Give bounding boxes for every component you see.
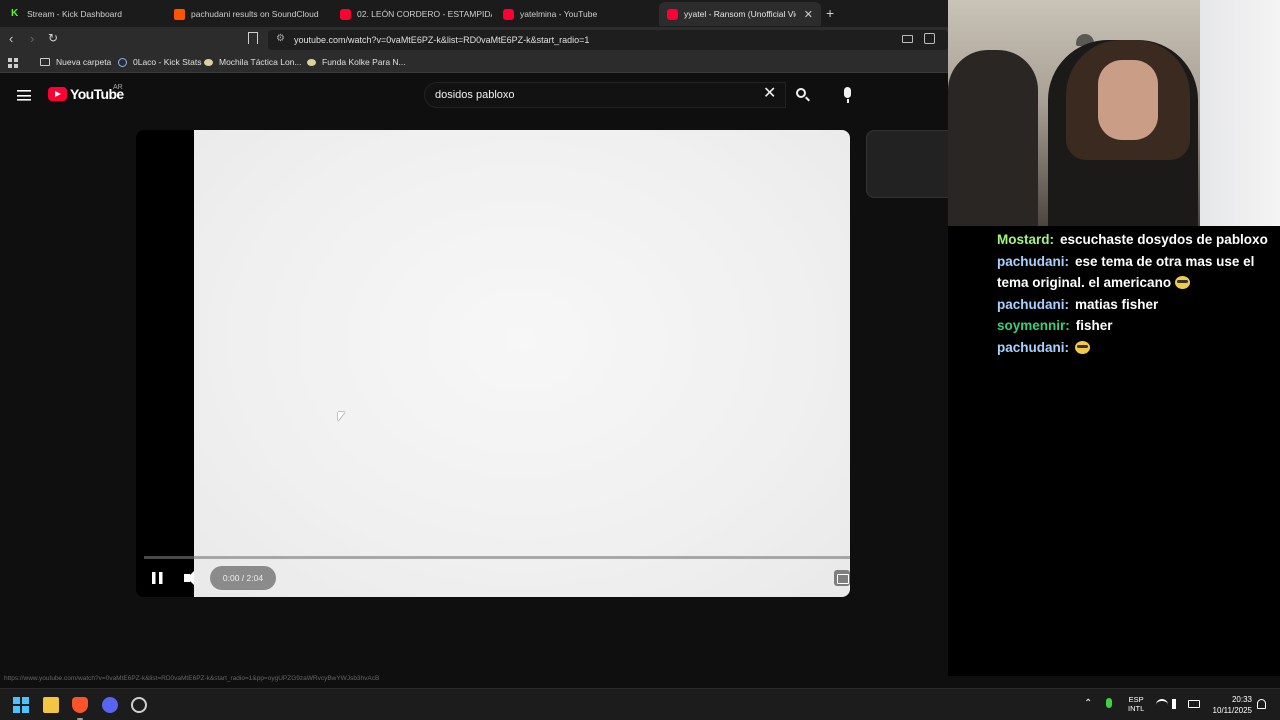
tab-label: pachudani results on SoundCloud	[191, 9, 319, 19]
soundcloud-icon	[174, 8, 185, 20]
chat-username: pachudani:	[997, 339, 1070, 355]
battery-icon[interactable]	[1188, 700, 1200, 708]
tab-yatelmina[interactable]: yatelmina - YouTube	[495, 2, 655, 26]
bookmark-label: Funda Kolke Para N...	[322, 57, 406, 67]
status-url-text: https://www.youtube.com/watch?v=0vaMtE6P…	[4, 675, 380, 682]
keyboard-layout: INTL	[1128, 704, 1145, 713]
windows-start-icon[interactable]	[13, 697, 29, 713]
chat-message: pachudani:	[997, 337, 1280, 359]
time-text: 0:00 / 2:04	[222, 573, 264, 583]
kick-icon	[10, 8, 21, 20]
shop-icon	[307, 58, 316, 66]
search-input[interactable]: dosidos pabloxo	[424, 82, 786, 108]
tab-label: Stream - Kick Dashboard	[27, 9, 122, 19]
bookmark-funda[interactable]: Funda Kolke Para N...	[307, 57, 406, 67]
bookmark-kick-stats[interactable]: 0Laco - Kick Stats	[118, 57, 202, 67]
reload-icon[interactable]: ↻	[48, 31, 58, 45]
microphone-in-use-icon[interactable]	[1106, 698, 1112, 708]
share-icon[interactable]	[924, 33, 935, 44]
video-frame[interactable]	[194, 130, 850, 597]
tab-bar: Stream - Kick Dashboard pachudani result…	[0, 0, 948, 27]
shop-icon	[204, 58, 213, 66]
navigation-bar: ‹ › ↻ ⚙ youtube.com/watch?v=0vaMtE6PZ-k&…	[0, 27, 948, 53]
taskbar: ⌃ ESP INTL 20:33 10/11/2025	[0, 688, 1280, 720]
bookmark-nueva-carpeta[interactable]: Nueva carpeta	[40, 57, 111, 67]
tab-leon-cordero[interactable]: 02. LEÓN CORDERO - ESTAMPIDA (L	[332, 2, 492, 26]
related-video-thumbnail[interactable]	[866, 130, 956, 198]
emote-icon	[1174, 276, 1190, 289]
bookmarks-bar: Nueva carpeta 0Laco - Kick Stats Mochila…	[0, 53, 948, 73]
bookmark-mochila[interactable]: Mochila Táctica Lon...	[204, 57, 302, 67]
search-value: dosidos pabloxo	[435, 89, 515, 101]
link-status-bar: https://www.youtube.com/watch?v=0vaMtE6P…	[0, 675, 948, 687]
url-text: youtube.com/watch?v=0vaMtE6PZ-k&list=RD0…	[294, 35, 590, 45]
youtube-icon	[503, 8, 514, 20]
close-tab-icon[interactable]: ✕	[804, 8, 813, 21]
chat-username: pachudani:	[997, 296, 1070, 312]
youtube-page: YouTube AR dosidos pabloxo ✕ 0:00 / 2:04	[0, 74, 956, 674]
address-bar[interactable]: ⚙ youtube.com/watch?v=0vaMtE6PZ-k&list=R…	[268, 30, 948, 50]
stream-chat: Mostard: escuchaste dosydos de pabloxo pa…	[948, 226, 1280, 676]
bookmark-icon[interactable]	[248, 32, 258, 44]
bookmark-label: Mochila Táctica Lon...	[219, 57, 302, 67]
mouse-cursor-icon	[338, 412, 345, 421]
chat-username: soymennir:	[997, 318, 1070, 333]
youtube-play-icon	[48, 87, 67, 101]
chat-text: matias fisher	[1075, 296, 1159, 312]
search-button[interactable]	[786, 82, 818, 108]
chat-message: Mostard: escuchaste dosydos de pabloxo	[997, 229, 1280, 251]
chat-username: pachudani:	[997, 253, 1070, 269]
microphone-icon	[844, 87, 851, 98]
bookmark-label: Nueva carpeta	[56, 57, 112, 67]
tab-label: yatelmina - YouTube	[520, 9, 598, 19]
clear-search-icon[interactable]: ✕	[763, 86, 776, 102]
back-icon[interactable]: ‹	[9, 31, 13, 46]
emote-icon	[1075, 340, 1091, 354]
wifi-icon[interactable]	[1156, 699, 1168, 708]
cast-icon[interactable]	[902, 35, 913, 43]
obs-icon[interactable]	[131, 697, 147, 713]
input-language[interactable]: ESP INTL	[1128, 695, 1144, 713]
new-tab-icon[interactable]: +	[826, 5, 834, 21]
tab-soundcloud[interactable]: pachudani results on SoundCloud	[166, 2, 330, 26]
pause-icon[interactable]	[152, 572, 163, 584]
tab-label: yyatel - Ransom (Unofficial Vide	[684, 9, 796, 19]
site-settings-icon[interactable]: ⚙	[276, 33, 285, 44]
video-player[interactable]: 0:00 / 2:04	[136, 130, 850, 597]
progress-bar[interactable]	[144, 556, 850, 559]
speaker-icon[interactable]	[1172, 699, 1182, 709]
webcam-feed	[948, 0, 1280, 226]
apps-grid-icon[interactable]	[8, 58, 18, 68]
brave-browser-icon[interactable]	[72, 697, 88, 713]
folder-icon	[40, 58, 50, 66]
time-display: 0:00 / 2:04	[210, 566, 276, 590]
tab-yyatel-ransom[interactable]: yyatel - Ransom (Unofficial Vide ✕	[659, 2, 821, 26]
tab-kick-dashboard[interactable]: Stream - Kick Dashboard	[2, 2, 162, 26]
bookmark-label: 0Laco - Kick Stats	[133, 57, 202, 67]
voice-search-button[interactable]	[835, 82, 861, 108]
language-code: ESP	[1128, 695, 1144, 704]
tab-label: 02. LEÓN CORDERO - ESTAMPIDA (L	[357, 9, 492, 19]
youtube-icon	[340, 8, 351, 20]
discord-icon[interactable]	[102, 697, 118, 713]
system-clock[interactable]: 20:33 10/11/2025	[1206, 694, 1252, 716]
chat-text: escuchaste dosydos de pabloxo	[1060, 232, 1268, 247]
clock-date: 10/11/2025	[1212, 706, 1252, 715]
subtitles-icon[interactable]	[834, 570, 850, 586]
chat-message: pachudani: ese tema de otra mas use el te…	[997, 251, 1280, 294]
youtube-icon	[667, 8, 678, 20]
kickstats-icon	[118, 57, 127, 67]
tray-overflow-icon[interactable]: ⌃	[1084, 698, 1092, 709]
chat-username: Mostard:	[997, 232, 1054, 247]
file-explorer-icon[interactable]	[43, 697, 59, 713]
clock-time: 20:33	[1231, 695, 1252, 704]
notification-bell-icon[interactable]	[1257, 699, 1266, 709]
menu-icon[interactable]	[17, 90, 31, 101]
chat-message: soymennir: fisher	[997, 315, 1280, 337]
forward-icon[interactable]: ›	[30, 31, 34, 46]
region-code: AR	[113, 84, 123, 91]
chat-message: pachudani: matias fisher	[997, 294, 1280, 316]
chat-text: fisher	[1075, 318, 1113, 333]
volume-icon[interactable]	[184, 571, 196, 585]
